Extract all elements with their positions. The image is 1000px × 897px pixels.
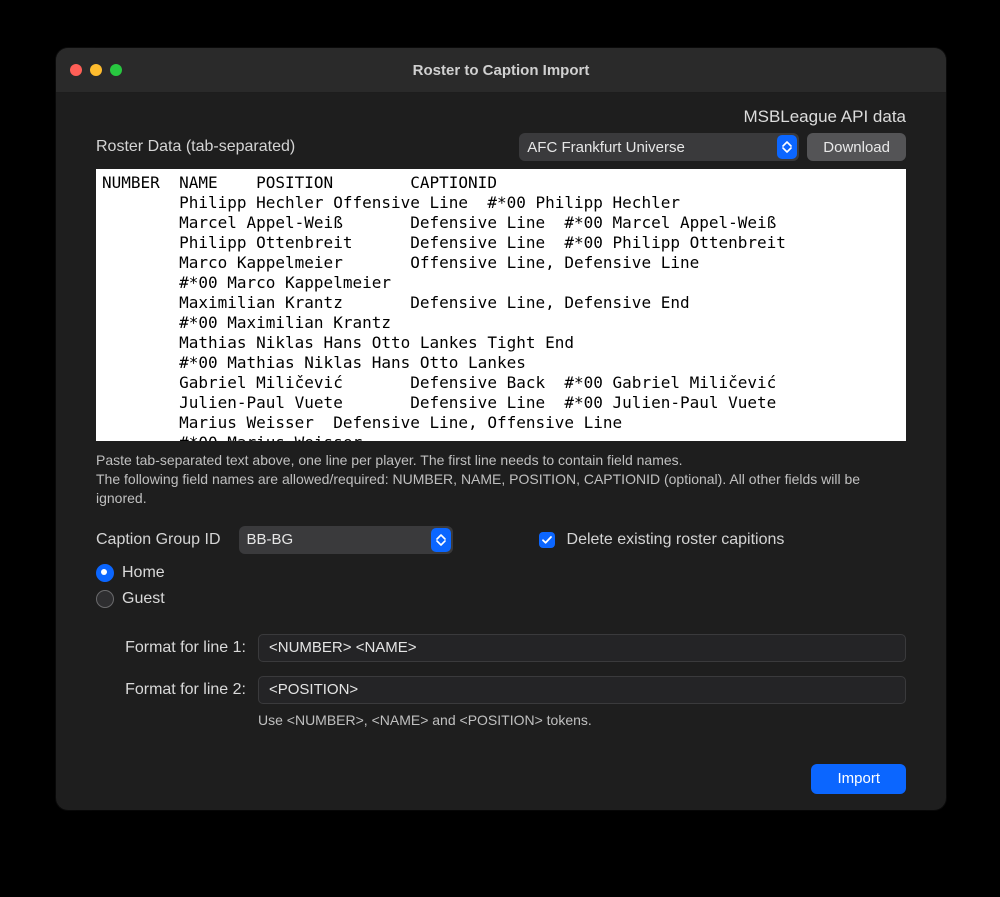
team-select-value: AFC Frankfurt Universe [527, 139, 685, 156]
help-text-line2: The following field names are allowed/re… [96, 471, 860, 506]
format-line1-row: Format for line 1: [96, 634, 906, 662]
window-controls [70, 64, 122, 76]
roster-data-label: Roster Data (tab-separated) [96, 138, 511, 156]
caption-group-value: BB-BG [247, 531, 294, 548]
delete-existing-label: Delete existing roster capitions [567, 531, 785, 549]
radio-guest[interactable] [96, 590, 114, 608]
chevron-up-down-icon [431, 528, 451, 552]
help-text: Paste tab-separated text above, one line… [96, 451, 906, 508]
caption-group-row: Caption Group ID BB-BG Delete existing r… [96, 526, 906, 554]
team-select[interactable]: AFC Frankfurt Universe [519, 133, 799, 161]
radio-guest-row[interactable]: Guest [96, 590, 906, 608]
radio-home[interactable] [96, 564, 114, 582]
radio-guest-label: Guest [122, 590, 165, 608]
titlebar: Roster to Caption Import [56, 48, 946, 93]
footer: Import [96, 764, 906, 794]
dialog-window: Roster to Caption Import MSBLeague API d… [56, 48, 946, 810]
tokens-hint: Use <NUMBER>, <NAME> and <POSITION> toke… [258, 712, 906, 728]
api-header: MSBLeague API data [96, 107, 906, 127]
download-button[interactable]: Download [807, 133, 906, 161]
download-button-label: Download [823, 139, 890, 156]
delete-existing-checkbox[interactable] [539, 532, 555, 548]
close-icon[interactable] [70, 64, 82, 76]
content-area: MSBLeague API data Roster Data (tab-sepa… [56, 93, 946, 810]
caption-group-select[interactable]: BB-BG [239, 526, 453, 554]
minimize-icon[interactable] [90, 64, 102, 76]
format-line2-label: Format for line 2: [96, 681, 246, 699]
caption-group-label: Caption Group ID [96, 531, 221, 549]
roster-header-row: Roster Data (tab-separated) AFC Frankfur… [96, 133, 906, 161]
team-side-radio-group: Home Guest [96, 564, 906, 608]
roster-data-textarea[interactable] [96, 169, 906, 441]
window-title: Roster to Caption Import [56, 62, 946, 79]
import-button[interactable]: Import [811, 764, 906, 794]
format-line2-row: Format for line 2: [96, 676, 906, 704]
chevron-up-down-icon [777, 135, 797, 159]
maximize-icon[interactable] [110, 64, 122, 76]
format-line1-label: Format for line 1: [96, 639, 246, 657]
import-button-label: Import [837, 770, 880, 787]
radio-home-row[interactable]: Home [96, 564, 906, 582]
format-line1-input[interactable] [258, 634, 906, 662]
format-line2-input[interactable] [258, 676, 906, 704]
help-text-line1: Paste tab-separated text above, one line… [96, 452, 683, 468]
radio-home-label: Home [122, 564, 165, 582]
